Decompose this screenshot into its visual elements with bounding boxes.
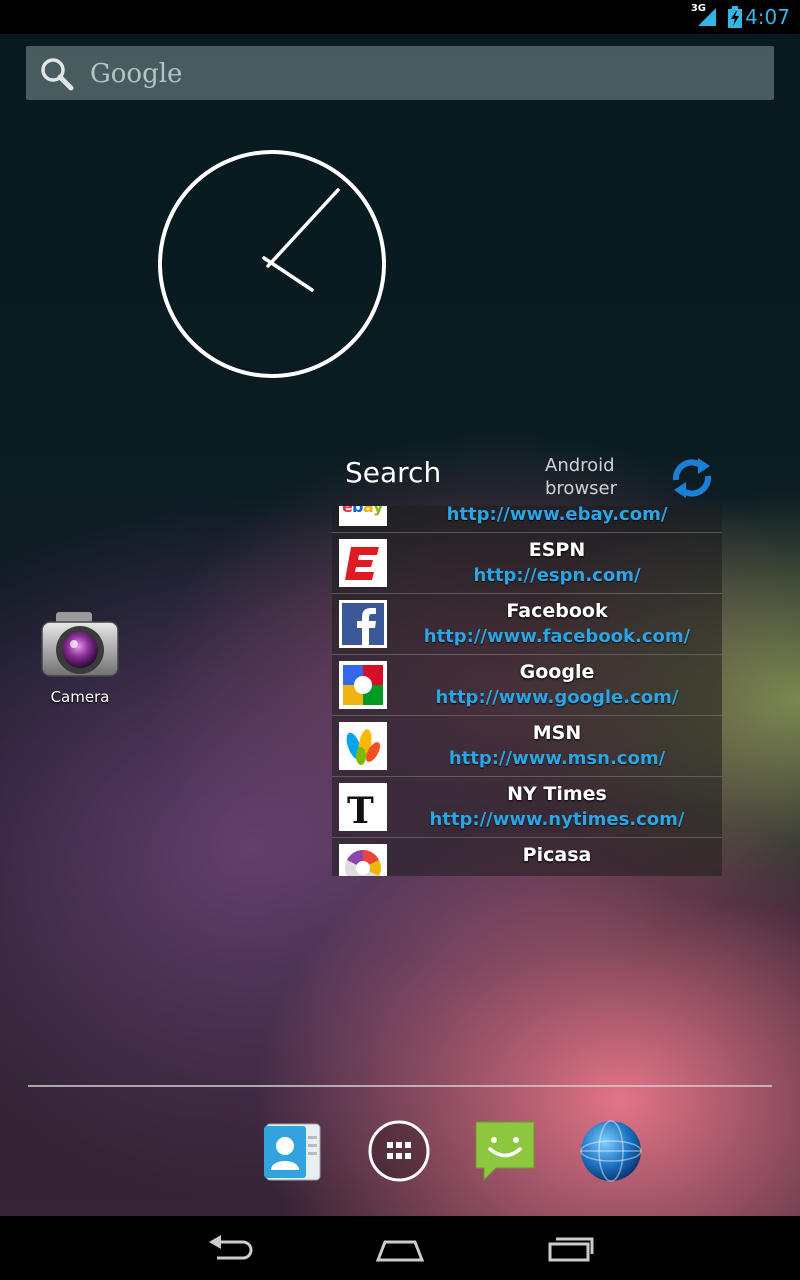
messaging-app[interactable] bbox=[472, 1118, 538, 1184]
bookmark-name: Google bbox=[519, 661, 595, 683]
status-clock: 4:07 bbox=[745, 5, 790, 29]
facebook-favicon bbox=[339, 600, 387, 648]
google-search-bar[interactable]: Google bbox=[26, 46, 774, 100]
bookmark-item-google[interactable]: Google http://www.google.com/ bbox=[332, 655, 722, 716]
signal-icon bbox=[698, 8, 716, 26]
minute-hand bbox=[266, 188, 340, 268]
dock-divider bbox=[28, 1085, 772, 1087]
analog-clock-widget[interactable] bbox=[156, 148, 388, 380]
bookmark-item-facebook[interactable]: Facebook http://www.facebook.com/ bbox=[332, 594, 722, 655]
messaging-icon bbox=[475, 1121, 535, 1182]
picasa-favicon bbox=[339, 844, 387, 876]
bookmark-url: http://www.facebook.com/ bbox=[423, 626, 691, 647]
source-line2: browser bbox=[545, 478, 618, 499]
ebay-favicon: e b a y bbox=[339, 506, 387, 526]
bookmark-item-msn[interactable]: MSN http://www.msn.com/ bbox=[332, 716, 722, 777]
bookmarks-widget: Search Android browser e b a y http://ww… bbox=[332, 448, 722, 878]
browser-app[interactable] bbox=[578, 1118, 644, 1184]
recents-icon[interactable] bbox=[546, 1230, 596, 1266]
bookmark-item-espn[interactable]: ESPN http://espn.com/ bbox=[332, 533, 722, 594]
bookmark-item-picasa[interactable]: Picasa bbox=[332, 838, 722, 876]
status-bar: 3G 4:07 bbox=[0, 0, 800, 34]
refresh-icon[interactable] bbox=[668, 454, 716, 502]
nytimes-favicon: T bbox=[339, 783, 387, 831]
home-icon[interactable] bbox=[375, 1230, 425, 1266]
all-apps-icon bbox=[368, 1120, 430, 1182]
bookmark-item-nytimes[interactable]: T NY Times http://www.nytimes.com/ bbox=[332, 777, 722, 838]
bookmark-url: http://www.msn.com/ bbox=[448, 748, 666, 769]
contacts-icon bbox=[264, 1123, 321, 1181]
bookmark-list[interactable]: e b a y eBay http://www.ebay.com/ ESPN bbox=[332, 506, 722, 876]
all-apps-button[interactable] bbox=[366, 1118, 432, 1184]
bookmark-name: MSN bbox=[532, 722, 582, 744]
bookmark-url: http://www.ebay.com/ bbox=[446, 506, 668, 525]
widget-header: Search Android browser bbox=[332, 448, 722, 506]
contacts-app[interactable] bbox=[260, 1118, 326, 1184]
search-icon bbox=[41, 58, 74, 91]
source-line1: Android bbox=[545, 455, 615, 476]
battery-charging-icon bbox=[728, 6, 742, 28]
google-favicon bbox=[339, 661, 387, 709]
bookmark-url: http://www.google.com/ bbox=[435, 687, 679, 708]
search-placeholder: Google bbox=[90, 59, 183, 89]
svg-text:b: b bbox=[352, 506, 363, 516]
bookmark-url: http://espn.com/ bbox=[473, 565, 641, 586]
bookmark-url: http://www.nytimes.com/ bbox=[429, 809, 685, 830]
camera-label: Camera bbox=[50, 688, 110, 706]
widget-title[interactable]: Search bbox=[345, 456, 441, 489]
bookmark-name: NY Times bbox=[507, 783, 607, 805]
bookmark-name: Facebook bbox=[506, 600, 608, 622]
msn-favicon bbox=[339, 722, 387, 770]
camera-icon bbox=[41, 612, 119, 677]
svg-text:y: y bbox=[373, 506, 384, 516]
browser-icon bbox=[580, 1120, 642, 1182]
widget-source[interactable]: Android browser bbox=[545, 454, 655, 500]
espn-favicon bbox=[339, 539, 387, 587]
hour-hand bbox=[262, 256, 314, 292]
back-icon[interactable] bbox=[205, 1230, 255, 1266]
svg-text:T: T bbox=[347, 790, 374, 831]
bookmark-item-ebay[interactable]: e b a y eBay http://www.ebay.com/ bbox=[332, 506, 722, 533]
bookmark-name: Picasa bbox=[522, 844, 592, 866]
bookmark-name: ESPN bbox=[528, 539, 586, 561]
navigation-bar bbox=[0, 1216, 800, 1280]
camera-shortcut[interactable]: Camera bbox=[30, 608, 130, 706]
